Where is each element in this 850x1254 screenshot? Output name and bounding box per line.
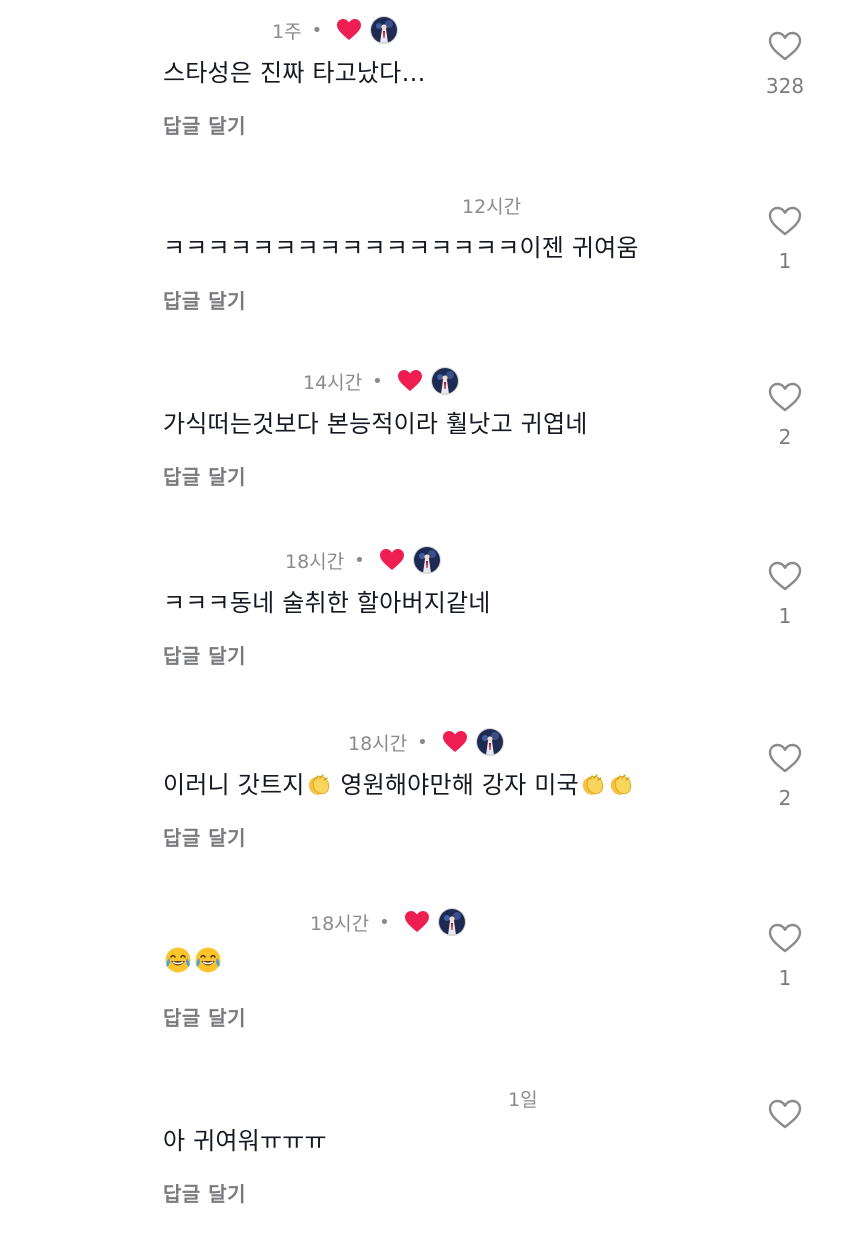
heart-outline-icon[interactable] xyxy=(767,742,803,778)
comment-text-segment: 영원해야만해 강자 미국 xyxy=(332,771,579,799)
clap-emoji-icon xyxy=(579,771,607,799)
comment-text: ㅋㅋㅋ동네 술취한 할아버지같네 xyxy=(163,583,491,618)
comment-text: 이러니 갓트지 영원해야만해 강자 미국 xyxy=(163,765,635,800)
meta-separator-dot: • xyxy=(354,549,365,571)
heart-outline-icon[interactable] xyxy=(767,1098,803,1134)
creator-liked-heart-icon xyxy=(397,369,423,393)
meta-separator-dot: • xyxy=(417,731,428,753)
reply-button[interactable]: 답글 달기 xyxy=(163,1002,246,1031)
comment-meta: 18시간 • xyxy=(310,908,466,936)
like-button[interactable]: 1 xyxy=(740,205,830,273)
reply-button[interactable]: 답글 달기 xyxy=(163,461,246,490)
comment-item: 1주 • 스타성은 진짜 타고났다… 답글 달기 328 xyxy=(0,16,850,186)
creator-avatar xyxy=(437,908,466,936)
comment-text xyxy=(163,945,223,976)
comment-timestamp: 1주 xyxy=(272,20,302,43)
like-count: 1 xyxy=(778,604,792,628)
comment-text: ㅋㅋㅋㅋㅋㅋㅋㅋㅋㅋㅋㅋㅋㅋㅋㅋ이젠 귀여움 xyxy=(163,228,639,263)
meta-separator-dot: • xyxy=(311,19,323,41)
comment-text: 아 귀여워ㅠㅠㅠ xyxy=(163,1121,327,1156)
creator-avatar xyxy=(430,367,459,395)
comment-meta: 18시간 • xyxy=(348,728,504,756)
heart-outline-icon[interactable] xyxy=(767,205,803,241)
meta-separator-dot: • xyxy=(372,370,383,392)
creator-avatar xyxy=(475,728,504,756)
like-count: 2 xyxy=(778,425,792,449)
creator-liked-heart-icon xyxy=(442,730,468,754)
reply-button[interactable]: 답글 달기 xyxy=(163,1178,246,1207)
like-button[interactable] xyxy=(740,1098,830,1166)
tears-of-joy-emoji-icon xyxy=(163,947,193,976)
comment-timestamp: 18시간 xyxy=(348,732,408,755)
comment-text: 스타성은 진짜 타고났다… xyxy=(163,53,426,88)
creator-liked-heart-icon xyxy=(379,548,405,572)
heart-outline-icon[interactable] xyxy=(767,922,803,958)
comment-item: 18시간 • 이러니 갓트지 영원해야만해 강자 미국답글 달기 2 xyxy=(0,728,850,898)
tears-of-joy-emoji-icon xyxy=(193,947,223,976)
creator-avatar xyxy=(370,16,399,44)
comment-meta: 1일 xyxy=(508,1084,538,1112)
comment-meta: 18시간 • xyxy=(285,546,441,574)
like-button[interactable]: 2 xyxy=(740,742,830,810)
comment-text-segment: 가식떠는것보다 본능적이라 훨낫고 귀엽네 xyxy=(163,410,588,438)
creator-liked-heart-icon xyxy=(404,910,430,934)
heart-outline-icon[interactable] xyxy=(767,30,803,66)
comment-timestamp: 12시간 xyxy=(462,195,522,218)
creator-liked-heart-icon xyxy=(336,18,362,42)
reply-button[interactable]: 답글 달기 xyxy=(163,110,246,139)
clap-emoji-icon xyxy=(607,771,635,799)
reply-button[interactable]: 답글 달기 xyxy=(163,822,246,851)
comment-item: 1일아 귀여워ㅠㅠㅠ 답글 달기 xyxy=(0,1084,850,1254)
meta-separator-dot: • xyxy=(379,911,390,933)
comment-meta: 14시간 • xyxy=(303,367,459,395)
comment-timestamp: 18시간 xyxy=(310,912,370,935)
like-button[interactable]: 2 xyxy=(740,381,830,449)
comment-item: 14시간 • 가식떠는것보다 본능적이라 훨낫고 귀엽네답글 달기 2 xyxy=(0,367,850,537)
like-count: 328 xyxy=(765,74,805,98)
creator-avatar xyxy=(412,546,441,574)
reply-button[interactable]: 답글 달기 xyxy=(163,640,246,669)
comment-text-segment: 아 귀여워ㅠㅠㅠ xyxy=(163,1127,327,1155)
comment-meta: 1주 • xyxy=(272,16,399,44)
like-button[interactable]: 1 xyxy=(740,560,830,628)
heart-outline-icon[interactable] xyxy=(767,381,803,417)
like-count: 2 xyxy=(778,786,792,810)
comment-timestamp: 1일 xyxy=(508,1088,538,1111)
comment-item: 12시간 ㅋㅋㅋㅋㅋㅋㅋㅋㅋㅋㅋㅋㅋㅋㅋㅋ이젠 귀여움답글 달기 1 xyxy=(0,191,850,361)
comment-text-segment: ㅋㅋㅋㅋㅋㅋㅋㅋㅋㅋㅋㅋㅋㅋㅋㅋ이젠 귀여움 xyxy=(163,234,639,262)
comment-meta: 12시간 xyxy=(462,191,521,219)
like-button[interactable]: 328 xyxy=(740,30,830,98)
like-count: 1 xyxy=(778,249,792,273)
comment-timestamp: 14시간 xyxy=(303,371,363,394)
clap-emoji-icon xyxy=(305,771,333,799)
comment-timestamp: 18시간 xyxy=(285,550,345,573)
comment-text-segment: 스타성은 진짜 타고났다… xyxy=(163,59,426,87)
comment-text-segment: ㅋㅋㅋ동네 술취한 할아버지같네 xyxy=(163,589,491,617)
reply-button[interactable]: 답글 달기 xyxy=(163,285,246,314)
comment-text: 가식떠는것보다 본능적이라 훨낫고 귀엽네 xyxy=(163,404,588,439)
comment-item: 18시간 • 답글 달기 1 xyxy=(0,908,850,1078)
comment-item: 18시간 • ㅋㅋㅋ동네 술취한 할아버지같네답글 달기 1 xyxy=(0,546,850,716)
like-button[interactable]: 1 xyxy=(740,922,830,990)
like-count: 1 xyxy=(778,966,792,990)
heart-outline-icon[interactable] xyxy=(767,560,803,596)
comment-text-segment: 이러니 갓트지 xyxy=(163,771,305,799)
